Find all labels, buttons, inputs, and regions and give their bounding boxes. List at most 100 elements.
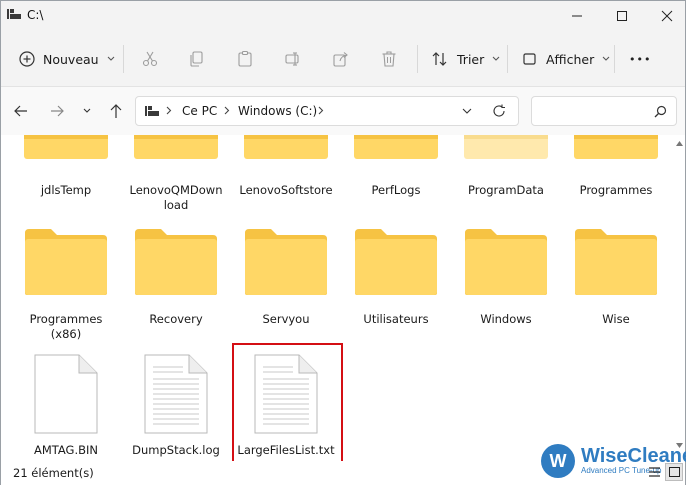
- new-button[interactable]: Nouveau: [19, 41, 115, 77]
- folder-item[interactable]: Programmes (x86): [16, 227, 116, 342]
- item-count: 21 élément(s): [13, 466, 94, 480]
- arrow-up-icon: [110, 104, 122, 118]
- rename-icon: [285, 52, 299, 66]
- large-icons-view-button[interactable]: [665, 463, 683, 481]
- copy-icon: [190, 51, 203, 67]
- details-view-button[interactable]: [645, 463, 663, 481]
- wisecleaner-logo: W: [541, 444, 575, 478]
- folder-name: Recovery: [149, 312, 203, 326]
- folder-item[interactable]: Utilisateurs: [346, 227, 446, 327]
- recent-locations-button[interactable]: [75, 99, 99, 123]
- address-bar[interactable]: Ce PC Windows (C:): [135, 96, 519, 126]
- folder-name: LenovoSoftstore: [239, 183, 333, 197]
- minimize-button[interactable]: [554, 1, 600, 31]
- breadcrumb-drive-c[interactable]: Windows (C:): [238, 104, 317, 118]
- file-name: AMTAG.BIN: [33, 443, 99, 457]
- chevron-down-icon: [83, 108, 91, 113]
- details-view-icon: [648, 467, 660, 477]
- folder-icon: [575, 229, 657, 295]
- drive-icon: [145, 106, 159, 116]
- folder-item[interactable]: Recovery: [126, 227, 226, 327]
- scissors-icon: [142, 51, 158, 67]
- search-input[interactable]: [538, 102, 648, 120]
- folder-icon: [245, 229, 327, 295]
- folder-icon: [355, 229, 437, 295]
- toolbar-divider: [507, 45, 508, 73]
- folder-item[interactable]: ProgramData: [456, 135, 556, 198]
- folder-icon: [244, 135, 328, 159]
- folder-name: Utilisateurs: [363, 312, 429, 326]
- explorer-window: C:\ Nouveau Trier Afficher ••• Ce PC Win…: [0, 0, 686, 485]
- window-title: C:\: [27, 8, 44, 22]
- chevron-right-icon: [318, 106, 324, 115]
- view-label: Afficher: [546, 51, 595, 67]
- maximize-button[interactable]: [599, 1, 645, 31]
- breadcrumb-this-pc[interactable]: Ce PC: [182, 104, 217, 118]
- sort-icon: [432, 52, 447, 66]
- folder-name: jdlsTemp: [40, 183, 92, 197]
- folder-icon: [354, 135, 438, 159]
- folder-name: Wise: [602, 312, 630, 326]
- folder-item[interactable]: PerfLogs: [346, 135, 446, 198]
- folder-item[interactable]: Windows: [456, 227, 556, 327]
- folder-name: Programmes (x86): [29, 312, 103, 341]
- close-button[interactable]: [644, 1, 686, 31]
- share-button[interactable]: [332, 41, 350, 77]
- folder-icon: [135, 229, 217, 295]
- maximize-icon: [617, 11, 627, 21]
- file-name: DumpStack.log: [132, 443, 220, 457]
- chevron-down-icon: [492, 56, 500, 61]
- title-bar: C:\: [1, 1, 685, 31]
- paste-button[interactable]: [236, 41, 254, 77]
- up-button[interactable]: [104, 99, 128, 123]
- file-item[interactable]: DumpStack.log: [126, 353, 226, 458]
- search-icon: [654, 105, 667, 118]
- refresh-icon[interactable]: [492, 104, 506, 118]
- search-box[interactable]: [531, 96, 677, 126]
- chevron-right-icon: [224, 106, 230, 115]
- view-button[interactable]: Afficher: [522, 41, 610, 77]
- blank-file-icon: [34, 354, 98, 434]
- close-icon: [661, 10, 673, 22]
- text-file-icon: [144, 354, 208, 434]
- cut-button[interactable]: [141, 41, 159, 77]
- drive-icon: [7, 9, 21, 19]
- folder-item[interactable]: Servyou: [236, 227, 336, 327]
- folder-name: Windows: [480, 312, 532, 326]
- scroll-up-icon[interactable]: [676, 141, 683, 146]
- plus-circle-icon: [19, 51, 35, 67]
- folder-item[interactable]: LenovoSoftstore: [236, 135, 336, 198]
- clipboard-icon: [238, 50, 252, 67]
- tiles-view-icon: [668, 467, 680, 477]
- share-icon: [333, 52, 348, 67]
- folder-icon: [24, 135, 108, 159]
- chevron-right-icon: [166, 106, 172, 115]
- file-item[interactable]: AMTAG.BIN: [16, 353, 116, 458]
- folder-item[interactable]: Wise: [566, 227, 666, 327]
- toolbar-divider: [123, 45, 124, 73]
- more-options-button[interactable]: •••: [629, 41, 651, 77]
- folder-item[interactable]: Programmes: [566, 135, 666, 198]
- back-button[interactable]: [9, 99, 33, 123]
- chevron-down-icon[interactable]: [462, 108, 472, 115]
- trash-icon: [382, 51, 396, 67]
- folder-item[interactable]: LenovoQMDown load: [126, 135, 226, 213]
- folder-name: ProgramData: [468, 183, 544, 197]
- copy-button[interactable]: [188, 41, 206, 77]
- delete-button[interactable]: [380, 41, 398, 77]
- rename-button[interactable]: [284, 41, 302, 77]
- chevron-down-icon: [602, 56, 610, 61]
- folder-icon: [574, 135, 658, 159]
- highlight-box: [232, 343, 343, 465]
- folder-name: PerfLogs: [371, 183, 421, 197]
- sort-button[interactable]: Trier: [431, 41, 500, 77]
- arrow-left-icon: [14, 105, 27, 117]
- folder-icon: [465, 229, 547, 295]
- vertical-scrollbar[interactable]: [673, 135, 686, 461]
- more-label: •••: [629, 52, 652, 66]
- folder-icon: [464, 135, 548, 159]
- folder-item[interactable]: jdlsTemp: [16, 135, 116, 198]
- new-label: Nouveau: [43, 51, 99, 67]
- folder-icon: [134, 135, 218, 159]
- forward-button[interactable]: [45, 99, 69, 123]
